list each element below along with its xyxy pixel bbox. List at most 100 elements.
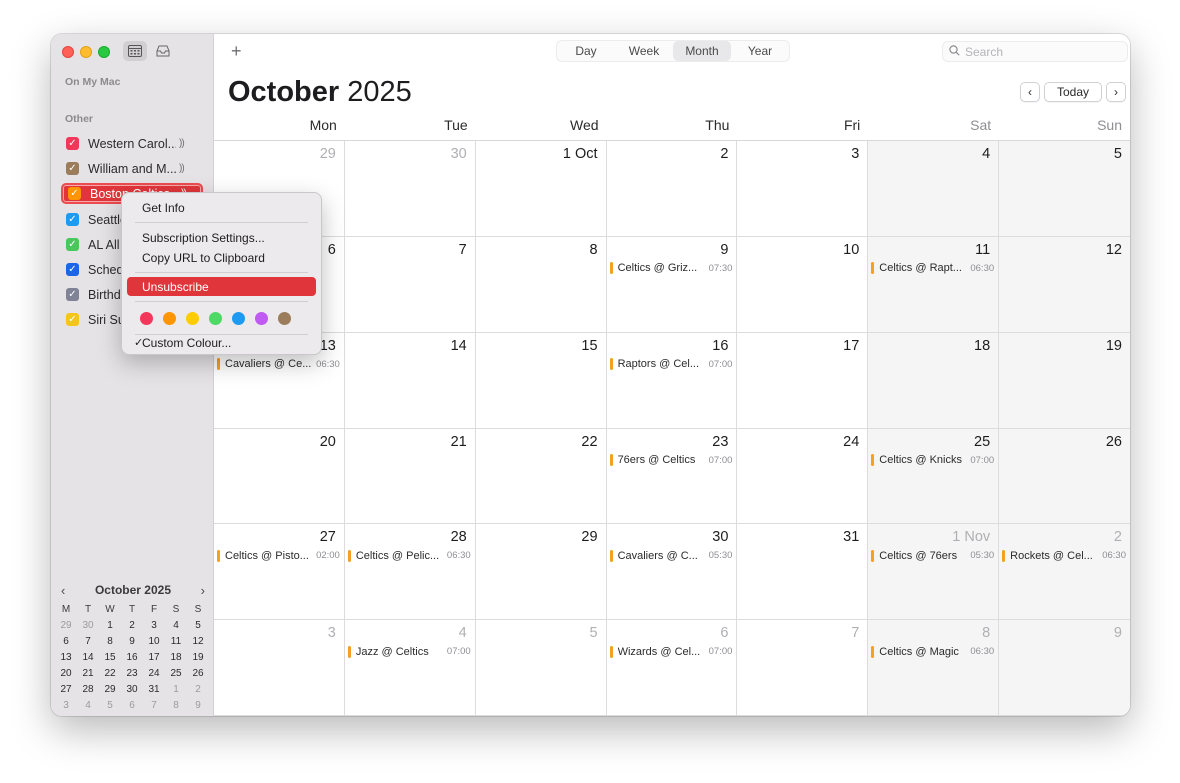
day-cell[interactable]: 21 (344, 428, 476, 525)
view-tab-year[interactable]: Year (731, 41, 789, 61)
day-cell[interactable]: 27 Celtics @ Pisto... 02:00 (214, 524, 345, 621)
day-cell[interactable]: 16 Raptors @ Cel... 07:00 (606, 332, 738, 429)
calendar-checkbox[interactable]: ✓ (68, 187, 81, 200)
menu-item-unsubscribe[interactable]: Unsubscribe (127, 277, 316, 296)
mini-day[interactable]: 9 (121, 634, 143, 650)
view-tab-week[interactable]: Week (615, 41, 673, 61)
mini-day[interactable]: 8 (99, 634, 121, 650)
mini-day[interactable]: 24 (143, 666, 165, 682)
day-cell[interactable]: 12 (999, 236, 1130, 333)
calendar-event[interactable]: Rockets @ Cel... 06:30 (1002, 548, 1126, 563)
search-field[interactable]: Search (942, 41, 1128, 62)
day-cell[interactable]: 14 (344, 332, 476, 429)
day-cell[interactable]: 1 Nov Celtics @ 76ers 05:30 (868, 524, 1000, 621)
menu-item-get-info[interactable]: Get Info (127, 198, 316, 217)
calendar-event[interactable]: Celtics @ Griz... 07:30 (609, 261, 732, 276)
mini-day[interactable]: 28 (77, 682, 99, 698)
calendar-event[interactable]: Raptors @ Cel... 07:00 (609, 357, 732, 372)
mini-day[interactable]: 26 (187, 666, 209, 682)
mini-day[interactable]: 5 (187, 618, 209, 634)
mini-day[interactable]: 3 (55, 698, 77, 714)
calendar-event[interactable]: Cavaliers @ Ce... 06:30 (217, 357, 340, 372)
mini-next-month-icon[interactable]: › (201, 583, 205, 598)
color-swatch[interactable] (186, 312, 199, 325)
calendar-event[interactable]: Wizards @ Cel... 07:00 (609, 644, 732, 659)
zoom-window-button[interactable] (98, 46, 110, 58)
day-cell[interactable]: 29 (475, 524, 607, 621)
day-cell[interactable]: 6 Wizards @ Cel... 07:00 (606, 620, 738, 716)
day-cell[interactable]: 10 (737, 236, 869, 333)
calendar-event[interactable]: Celtics @ Rapt... 06:30 (871, 261, 994, 276)
day-cell[interactable]: 28 Celtics @ Pelic... 06:30 (344, 524, 476, 621)
calendar-checkbox[interactable]: ✓ (66, 313, 79, 326)
close-window-button[interactable] (62, 46, 74, 58)
calendar-event[interactable]: Celtics @ Magic 06:30 (871, 644, 994, 659)
day-cell[interactable]: 9 (999, 620, 1130, 716)
mini-day[interactable]: 2 (121, 618, 143, 634)
mini-day[interactable]: 29 (99, 682, 121, 698)
color-swatch[interactable] (232, 312, 245, 325)
menu-item-copy-url[interactable]: Copy URL to Clipboard (127, 248, 316, 267)
mini-day[interactable]: 25 (165, 666, 187, 682)
calendar-checkbox[interactable]: ✓ (66, 288, 79, 301)
calendar-checkbox[interactable]: ✓ (66, 137, 79, 150)
calendar-item[interactable]: ✓ William and M...)) (61, 158, 203, 179)
mini-day[interactable]: 27 (55, 682, 77, 698)
mini-day[interactable]: 18 (165, 650, 187, 666)
mini-day[interactable]: 6 (55, 634, 77, 650)
day-cell[interactable]: 5 (999, 141, 1130, 237)
day-cell[interactable]: 3 (214, 620, 345, 716)
day-cell[interactable]: 20 (214, 428, 345, 525)
day-cell[interactable]: 26 (999, 428, 1130, 525)
day-cell[interactable]: 15 (475, 332, 607, 429)
previous-month-button[interactable]: ‹ (1020, 82, 1040, 102)
mini-day[interactable]: 7 (77, 634, 99, 650)
day-cell[interactable]: 7 (737, 620, 869, 716)
day-cell[interactable]: 23 76ers @ Celtics 07:00 (606, 428, 738, 525)
day-cell[interactable]: 7 (344, 236, 476, 333)
calendar-event[interactable]: Cavaliers @ C... 05:30 (609, 548, 732, 563)
color-swatch[interactable] (163, 312, 176, 325)
mini-day[interactable]: 4 (77, 698, 99, 714)
calendar-list-icon[interactable] (123, 41, 147, 61)
mini-day[interactable]: 20 (55, 666, 77, 682)
mini-day[interactable]: 2 (187, 682, 209, 698)
day-cell[interactable]: 3 (737, 141, 869, 237)
day-cell[interactable]: 18 (868, 332, 1000, 429)
minimize-window-button[interactable] (80, 46, 92, 58)
calendar-event[interactable]: Jazz @ Celtics 07:00 (347, 644, 471, 659)
mini-day[interactable]: 30 (77, 618, 99, 634)
calendar-checkbox[interactable]: ✓ (66, 162, 79, 175)
day-cell[interactable]: 5 (475, 620, 607, 716)
mini-day[interactable]: 30 (121, 682, 143, 698)
mini-day[interactable]: 19 (187, 650, 209, 666)
calendar-checkbox[interactable]: ✓ (66, 263, 79, 276)
calendar-event[interactable]: Celtics @ Knicks 07:00 (871, 453, 994, 468)
calendar-event[interactable]: Celtics @ Pisto... 02:00 (217, 548, 340, 563)
mini-day[interactable]: 7 (143, 698, 165, 714)
add-event-button[interactable]: + (231, 41, 242, 62)
calendar-event[interactable]: 76ers @ Celtics 07:00 (609, 453, 732, 468)
day-cell[interactable]: 8 (475, 236, 607, 333)
today-button[interactable]: Today (1044, 82, 1102, 102)
mini-day[interactable]: 3 (143, 618, 165, 634)
color-swatch[interactable] (209, 312, 222, 325)
calendar-event[interactable]: Celtics @ Pelic... 06:30 (347, 548, 471, 563)
view-tab-day[interactable]: Day (557, 41, 615, 61)
mini-day[interactable]: 14 (77, 650, 99, 666)
mini-day[interactable]: 29 (55, 618, 77, 634)
mini-day[interactable]: 17 (143, 650, 165, 666)
day-cell[interactable]: 2 (606, 141, 738, 237)
day-cell[interactable]: 9 Celtics @ Griz... 07:30 (606, 236, 738, 333)
day-cell[interactable]: 31 (737, 524, 869, 621)
calendar-item[interactable]: ✓ Western Carol...)) (61, 133, 203, 154)
mini-day[interactable]: 13 (55, 650, 77, 666)
mini-day[interactable]: 23 (121, 666, 143, 682)
mini-day[interactable]: 5 (99, 698, 121, 714)
view-tab-month[interactable]: Month (673, 41, 731, 61)
color-swatch[interactable] (140, 312, 153, 325)
day-cell[interactable]: 4 (868, 141, 1000, 237)
day-cell[interactable]: 2 Rockets @ Cel... 06:30 (999, 524, 1130, 621)
mini-day[interactable]: 15 (99, 650, 121, 666)
menu-item-subscription-settings[interactable]: Subscription Settings... (127, 228, 316, 247)
